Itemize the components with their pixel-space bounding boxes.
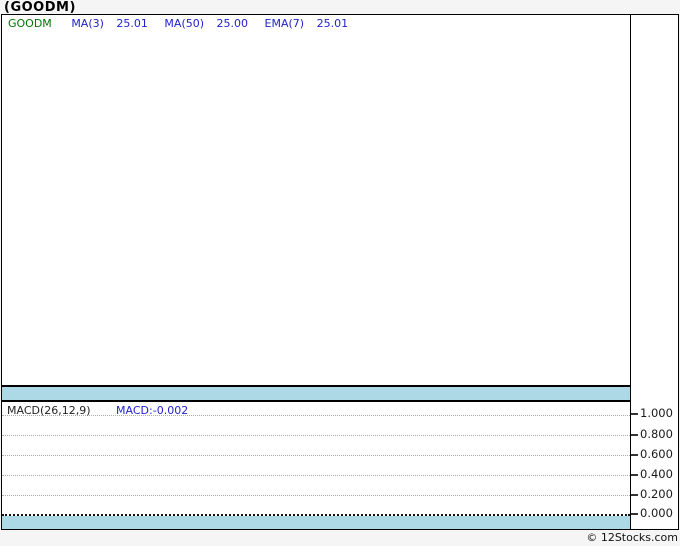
axis-tick <box>631 454 638 456</box>
bottom-band <box>2 516 630 529</box>
macd-indicator-label: MACD(26,12,9) <box>7 404 91 417</box>
macd-legend: MACD(26,12,9) MACD:-0.002 <box>7 404 188 417</box>
axis-tick <box>631 494 638 496</box>
macd-axis-label: 0.800 <box>640 427 673 441</box>
macd-gridline <box>2 435 630 436</box>
macd-axis-label: 0.000 <box>640 506 673 520</box>
macd-axis-label: 0.600 <box>640 447 673 461</box>
macd-axis-label: 0.400 <box>640 467 673 481</box>
macd-zero-line <box>2 514 630 516</box>
macd-gridline <box>2 475 630 476</box>
macd-value-label: MACD:-0.002 <box>116 404 189 417</box>
chart-frame: GOODM MA(3) 25.01 MA(50) 25.00 EMA(7) 25… <box>1 14 679 530</box>
macd-gridline <box>2 455 630 456</box>
macd-axis-label: 0.200 <box>640 487 673 501</box>
axis-tick <box>631 434 638 436</box>
copyright-text: © 12Stocks.com <box>586 531 678 544</box>
page-title: (GOODM) <box>4 0 76 15</box>
macd-axis-label: 1.000 <box>640 406 673 420</box>
price-plot-area <box>2 15 630 385</box>
separator-band <box>2 385 630 402</box>
macd-gridline <box>2 495 630 496</box>
axis-tick <box>631 413 638 415</box>
macd-y-axis: 1.000 0.800 0.600 0.400 0.200 0.000 <box>630 15 678 529</box>
axis-tick <box>631 474 638 476</box>
axis-tick <box>631 513 638 515</box>
